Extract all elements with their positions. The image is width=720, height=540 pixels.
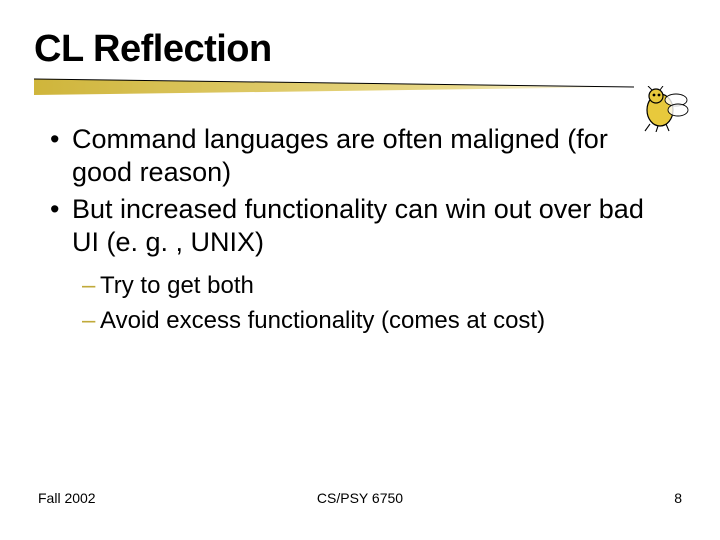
bullet-list: Command languages are often maligned (fo…: [50, 123, 666, 259]
title-underline: [34, 77, 634, 97]
footer-course: CS/PSY 6750: [0, 490, 720, 506]
footer: Fall 2002 CS/PSY 6750 8: [0, 490, 720, 510]
slide-number: 8: [674, 490, 682, 506]
sub-bullet-item: Try to get both: [82, 269, 666, 304]
sub-bullet-item: Avoid excess functionality (comes at cos…: [82, 304, 666, 339]
sub-bullet-list: Try to get both Avoid excess functionali…: [82, 269, 666, 339]
slide: CL Reflection Co: [0, 0, 720, 540]
slide-title: CL Reflection: [34, 28, 686, 71]
bullet-item: Command languages are often maligned (fo…: [50, 123, 666, 189]
content-area: Command languages are often maligned (fo…: [34, 123, 686, 338]
bullet-item: But increased functionality can win out …: [50, 193, 666, 259]
